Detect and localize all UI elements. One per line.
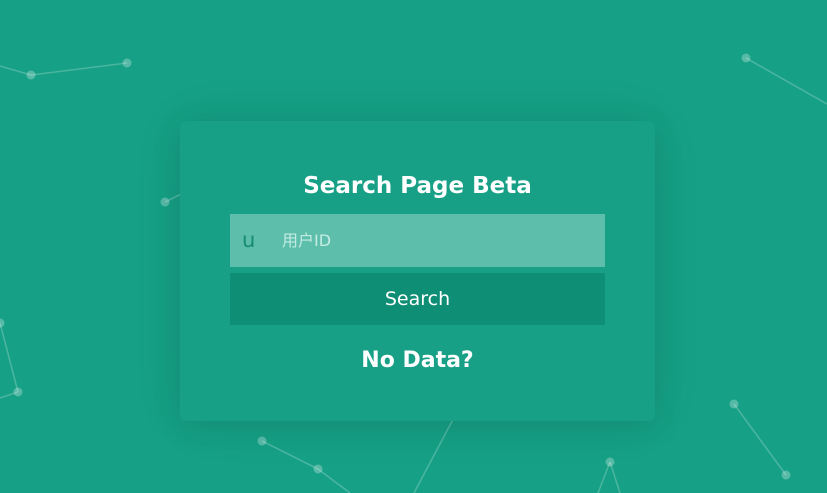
search-page: Search Page Beta u Search No Data? [0, 0, 827, 493]
search-card: Search Page Beta u Search No Data? [180, 121, 655, 421]
user-id-input-group: u [230, 214, 605, 267]
status-message: No Data? [361, 348, 474, 373]
user-id-icon: u [242, 228, 256, 252]
user-id-input[interactable] [282, 214, 592, 267]
search-button[interactable]: Search [230, 273, 605, 325]
page-title: Search Page Beta [303, 173, 532, 199]
